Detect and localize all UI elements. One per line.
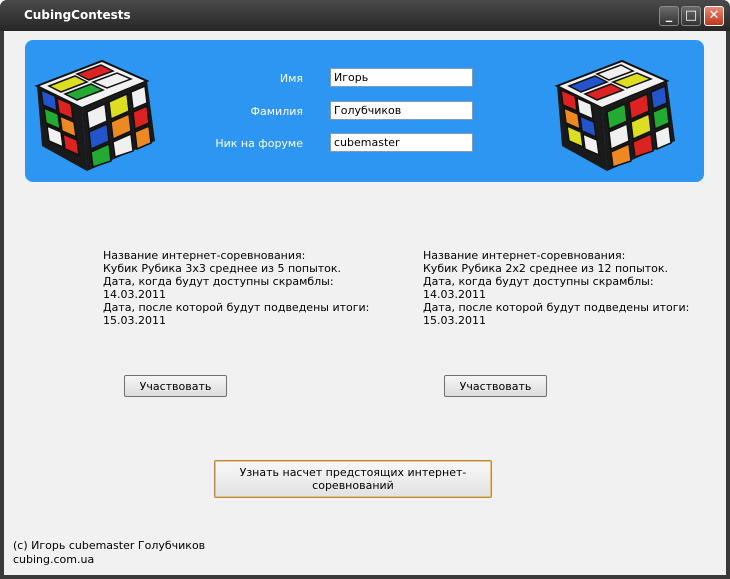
- user-banner: Имя Фамилия Ник на форуме: [25, 40, 704, 182]
- close-button[interactable]: ✕: [704, 6, 724, 26]
- nick-label: Ник на форуме: [215, 137, 303, 150]
- surname-label: Фамилия: [250, 105, 303, 118]
- nick-input[interactable]: [330, 133, 473, 152]
- participate-button-left[interactable]: Участвовать: [124, 375, 227, 397]
- client-area: Имя Фамилия Ник на форуме: [4, 31, 726, 575]
- scramble-date-label: Дата, когда будут доступны скрамблы:: [103, 275, 334, 288]
- rubik-cube-right-image: [554, 59, 675, 171]
- name-label: Имя: [279, 72, 303, 85]
- results-date: 15.03.2011: [103, 314, 166, 327]
- results-date-label: Дата, после которой будут подведены итог…: [423, 301, 690, 314]
- footer: (c) Игорь cubemaster Голубчиков cubing.c…: [13, 539, 205, 567]
- rubik-cube-left-image: [34, 59, 155, 171]
- contest-info-left: Название интернет-соревнования: Кубик Ру…: [103, 249, 370, 327]
- close-icon: ✕: [708, 8, 720, 23]
- results-date: 15.03.2011: [423, 314, 486, 327]
- scramble-date-label: Дата, когда будут доступны скрамблы:: [423, 275, 654, 288]
- contest-name-label: Название интернет-соревнования:: [103, 249, 306, 262]
- contest-name-label: Название интернет-соревнования:: [423, 249, 626, 262]
- surname-input[interactable]: [330, 101, 473, 120]
- contest-info-right: Название интернет-соревнования: Кубик Ру…: [423, 249, 690, 327]
- maximize-button[interactable]: □: [681, 6, 701, 26]
- upcoming-contests-button[interactable]: Узнать насчет предстоящих интернет-сорев…: [214, 460, 492, 498]
- scramble-date: 14.03.2011: [423, 288, 486, 301]
- copyright-text: (c) Игорь cubemaster Голубчиков: [13, 539, 206, 552]
- contest-name: Кубик Рубика 2x2 среднее из 12 попыток.: [423, 262, 669, 275]
- title-bar[interactable]: CubingContests _ □ ✕: [0, 0, 730, 31]
- site-text: cubing.com.ua: [13, 553, 95, 566]
- contest-name: Кубик Рубика 3x3 среднее из 5 попыток.: [103, 262, 342, 275]
- minimize-icon: _: [665, 8, 673, 23]
- window-title: CubingContests: [24, 8, 131, 22]
- name-input[interactable]: [330, 68, 473, 87]
- app-window: CubingContests _ □ ✕ Имя Игорь Фамилия Г…: [0, 0, 730, 579]
- results-date-label: Дата, после которой будут подведены итог…: [103, 301, 370, 314]
- minimize-button[interactable]: _: [659, 6, 679, 26]
- participate-button-right[interactable]: Участвовать: [444, 375, 547, 397]
- maximize-icon: □: [684, 8, 698, 23]
- scramble-date: 14.03.2011: [103, 288, 166, 301]
